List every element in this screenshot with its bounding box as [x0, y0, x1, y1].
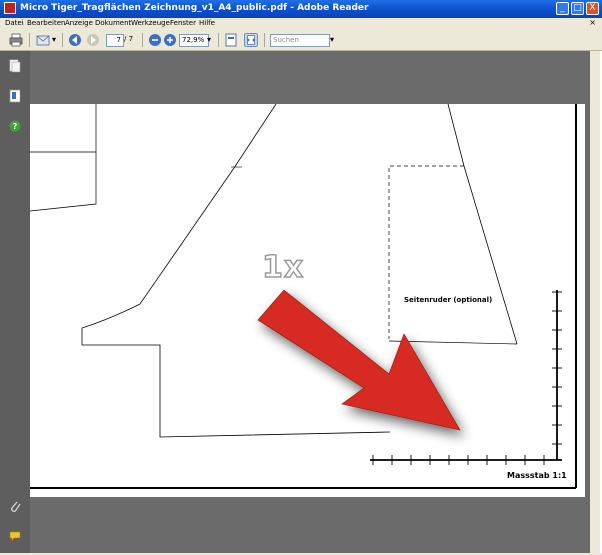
document-close-button[interactable]: ×	[589, 18, 596, 27]
menu-bar: Datei Bearbeiten Anzeige Dokument Werkze…	[0, 18, 602, 30]
search-dropdown-icon[interactable]: ▾	[330, 35, 334, 49]
comments-icon[interactable]	[9, 529, 21, 543]
chevron-down-icon[interactable]: ▾	[52, 35, 56, 49]
previous-page-icon[interactable]	[68, 33, 82, 47]
svg-text:?: ?	[13, 122, 18, 131]
wing-outline	[81, 104, 391, 438]
menu-werkzeuge[interactable]: Werkzeuge	[131, 19, 170, 27]
part-outline	[30, 152, 97, 212]
menu-fenster[interactable]: Fenster	[170, 19, 196, 27]
maximize-button[interactable]: □	[571, 2, 584, 15]
minimize-button[interactable]: _	[556, 2, 569, 15]
help-icon[interactable]: ?	[9, 119, 21, 133]
rudder-outline	[447, 104, 518, 345]
rudder-label: Seitenruder (optional)	[404, 296, 493, 304]
search-input[interactable]: Suchen	[270, 34, 330, 47]
page-number-input[interactable]: 7	[106, 34, 124, 47]
fit-page-icon[interactable]	[224, 33, 238, 47]
email-icon[interactable]	[36, 33, 50, 47]
menu-dokument[interactable]: Dokument	[95, 19, 131, 27]
print-icon[interactable]	[9, 33, 23, 47]
red-arrow-icon	[257, 289, 461, 431]
zoom-out-icon[interactable]	[148, 33, 162, 47]
wing-drawing	[30, 104, 577, 489]
zoom-in-icon[interactable]	[163, 33, 177, 47]
zoom-dropdown-icon[interactable]: ▾	[207, 35, 211, 49]
adobe-reader-icon	[4, 2, 16, 14]
bookmarks-icon[interactable]	[9, 89, 21, 103]
rudder-hinge-dashed	[388, 165, 464, 339]
pages-icon[interactable]	[9, 59, 21, 73]
close-button[interactable]: X	[586, 2, 599, 15]
title-bar: Micro Tiger_Tragflächen Zeichnung_v1_A4_…	[0, 0, 602, 18]
window-title: Micro Tiger_Tragflächen Zeichnung_v1_A4_…	[20, 3, 369, 13]
toolbar: ▾ 7 / 7 72,9% ▾ Suchen ▾	[0, 30, 602, 51]
next-page-icon[interactable]	[86, 33, 100, 47]
zoom-level-input[interactable]: 72,9%	[179, 34, 209, 47]
menu-anzeige[interactable]: Anzeige	[65, 19, 93, 27]
menu-bearbeiten[interactable]: Bearbeiten	[27, 19, 65, 27]
fit-width-icon[interactable]	[244, 33, 258, 47]
part-outline	[30, 104, 97, 153]
attachments-icon[interactable]	[9, 499, 21, 513]
copies-label: 1x	[261, 249, 305, 286]
menu-hilfe[interactable]: Hilfe	[199, 19, 215, 27]
page-total: / 7	[124, 35, 134, 43]
navigation-panel: ?	[0, 51, 30, 553]
menu-datei[interactable]: Datei	[5, 19, 24, 27]
vertical-scrollbar[interactable]	[590, 51, 600, 553]
scale-label: Massstab 1:1	[507, 471, 567, 480]
